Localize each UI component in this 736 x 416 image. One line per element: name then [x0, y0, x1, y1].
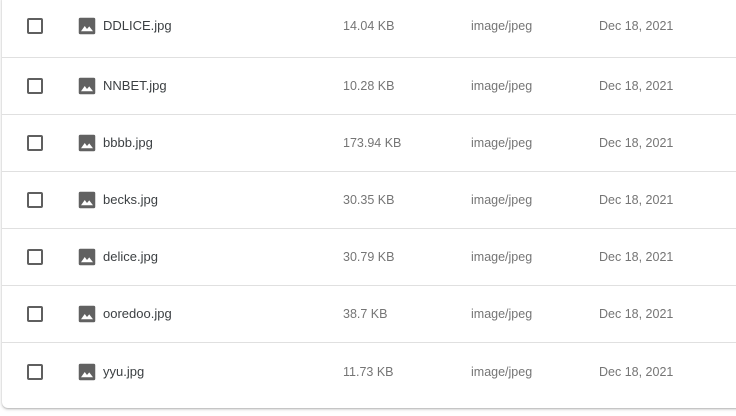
table-row[interactable]: ooredoo.jpg 38.7 KB image/jpeg Dec 18, 2… [2, 286, 736, 343]
row-checkbox[interactable] [27, 306, 43, 322]
file-size: 30.79 KB [343, 250, 395, 264]
image-file-icon [78, 17, 96, 34]
file-type: image/jpeg [471, 365, 533, 379]
file-type: image/jpeg [471, 18, 533, 33]
table-row[interactable]: bbbb.jpg 173.94 KB image/jpeg Dec 18, 20… [2, 115, 736, 172]
file-name[interactable]: NNBET.jpg [103, 78, 167, 94]
table-row[interactable]: becks.jpg 30.35 KB image/jpeg Dec 18, 20… [2, 172, 736, 229]
file-date: Dec 18, 2021 [599, 18, 674, 33]
file-size: 11.73 KB [343, 365, 394, 379]
file-name[interactable]: DDLICE.jpg [103, 18, 172, 34]
row-checkbox[interactable] [27, 78, 43, 94]
file-type: image/jpeg [471, 307, 533, 321]
file-name[interactable]: bbbb.jpg [103, 135, 153, 151]
file-name[interactable]: ooredoo.jpg [103, 306, 172, 322]
table-row[interactable]: NNBET.jpg 10.28 KB image/jpeg Dec 18, 20… [2, 58, 736, 115]
file-size: 30.35 KB [343, 193, 395, 207]
file-date: Dec 18, 2021 [599, 365, 674, 379]
file-size: 173.94 KB [343, 136, 402, 150]
file-date: Dec 18, 2021 [599, 307, 674, 321]
file-date: Dec 18, 2021 [599, 193, 674, 207]
file-type: image/jpeg [471, 79, 533, 93]
table-row[interactable]: delice.jpg 30.79 KB image/jpeg Dec 18, 2… [2, 229, 736, 286]
table-row[interactable]: DDLICE.jpg 14.04 KB image/jpeg Dec 18, 2… [2, 0, 736, 58]
table-row[interactable]: yyu.jpg 11.73 KB image/jpeg Dec 18, 2021 [2, 343, 736, 401]
file-size: 14.04 KB [343, 18, 395, 33]
file-type: image/jpeg [471, 250, 533, 264]
image-file-icon [78, 134, 96, 152]
file-size: 38.7 KB [343, 307, 388, 321]
file-name[interactable]: yyu.jpg [103, 364, 144, 380]
row-checkbox[interactable] [27, 192, 43, 208]
file-date: Dec 18, 2021 [599, 79, 674, 93]
image-file-icon [78, 248, 96, 266]
row-checkbox[interactable] [27, 17, 43, 34]
file-type: image/jpeg [471, 193, 533, 207]
row-checkbox[interactable] [27, 364, 43, 380]
file-type: image/jpeg [471, 136, 533, 150]
image-file-icon [78, 191, 96, 209]
row-checkbox[interactable] [27, 135, 43, 151]
file-name[interactable]: delice.jpg [103, 249, 158, 265]
file-date: Dec 18, 2021 [599, 250, 674, 264]
image-file-icon [78, 305, 96, 323]
file-size: 10.28 KB [343, 79, 395, 93]
file-name[interactable]: becks.jpg [103, 192, 158, 208]
image-file-icon [78, 363, 96, 381]
row-checkbox[interactable] [27, 249, 43, 265]
file-date: Dec 18, 2021 [599, 136, 674, 150]
image-file-icon [78, 77, 96, 95]
file-list-table: DDLICE.jpg 14.04 KB image/jpeg Dec 18, 2… [2, 0, 736, 408]
